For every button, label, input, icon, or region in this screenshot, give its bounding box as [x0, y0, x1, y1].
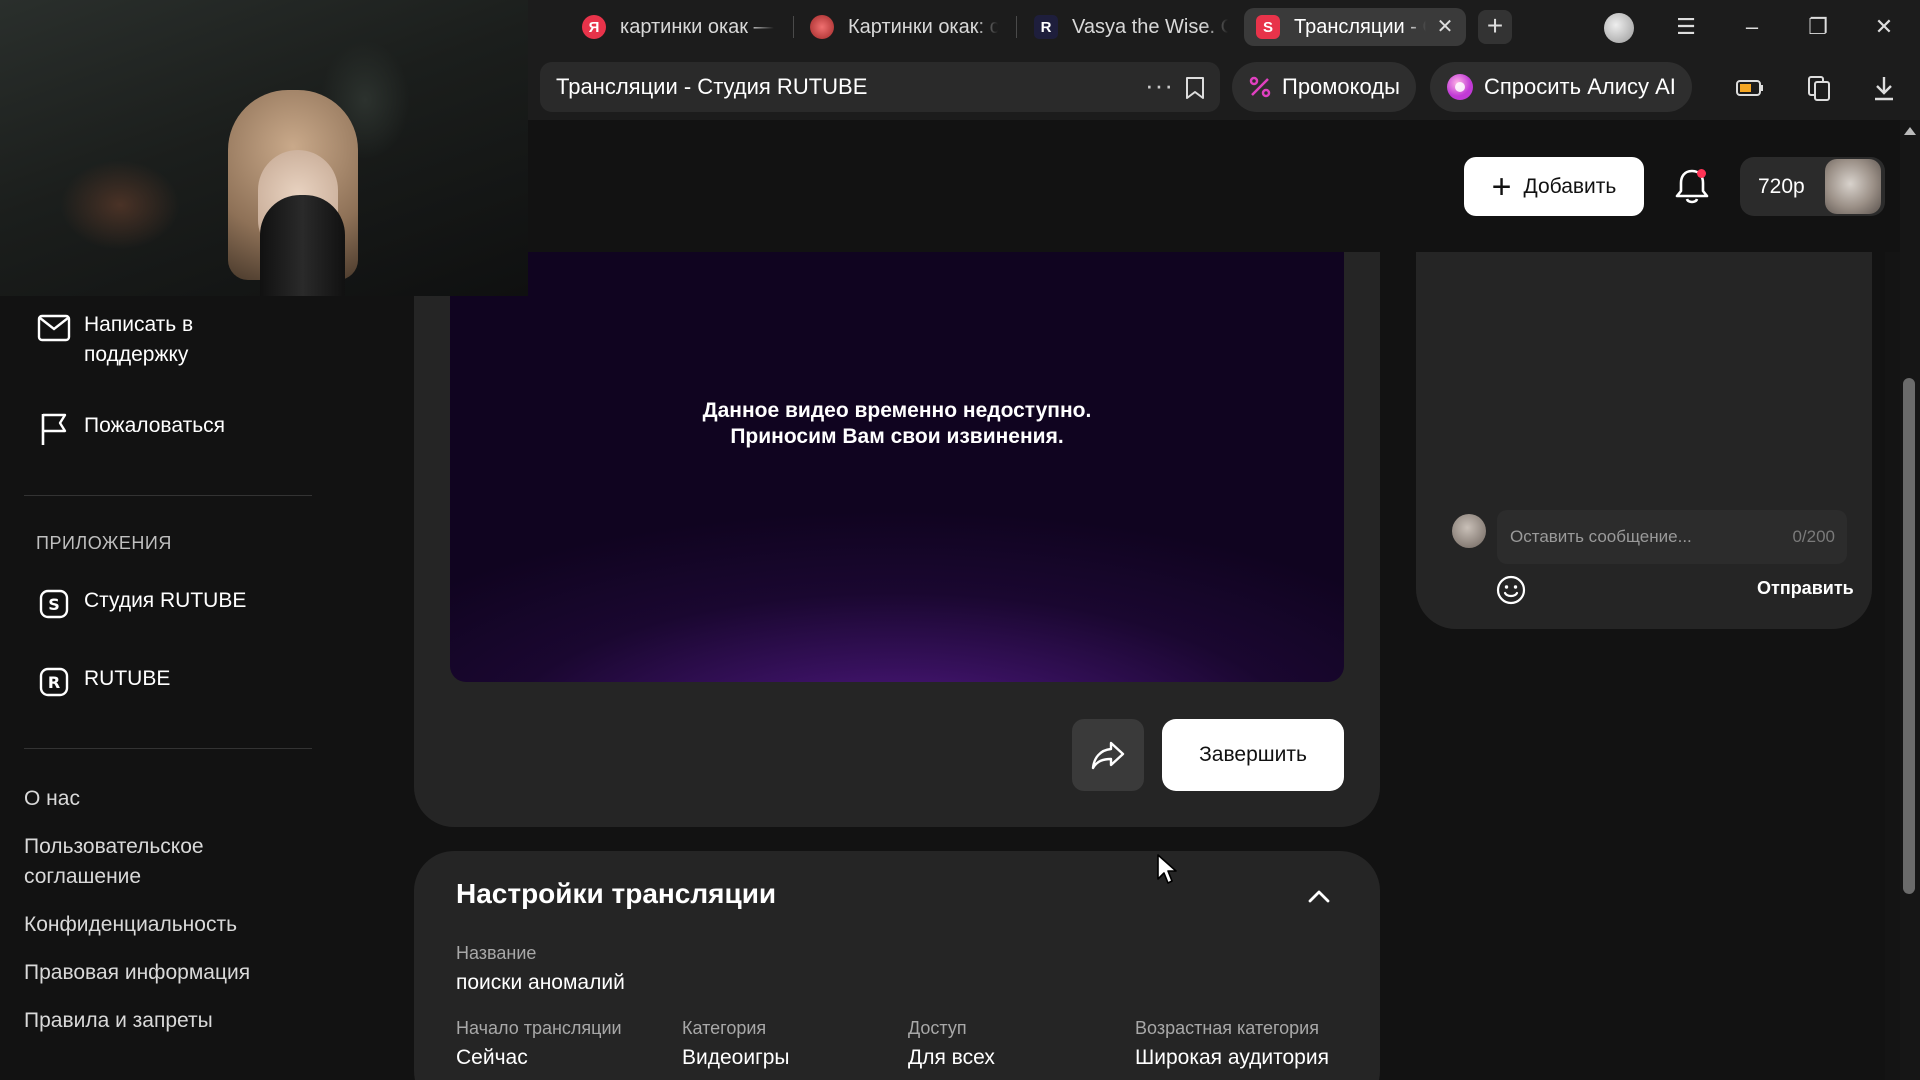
- footer-link-legal[interactable]: Правовая информация: [24, 958, 250, 988]
- rutube-studio-icon: S: [1256, 15, 1280, 39]
- access-label: Доступ: [908, 1018, 967, 1038]
- chat-panel: [1416, 252, 1872, 629]
- sidebar: Написать в поддержку Пожаловаться ПРИЛОЖЕ…: [0, 296, 340, 1080]
- chat-user-avatar: [1452, 514, 1486, 548]
- age-rating-value: Широкая аудитория: [1135, 1046, 1329, 1069]
- age-rating-label: Возрастная категория: [1135, 1018, 1319, 1038]
- tab-separator: [1016, 16, 1017, 38]
- name-label: Название: [456, 943, 537, 963]
- scrollbar-thumb[interactable]: [1903, 378, 1915, 894]
- microphone: [260, 195, 345, 296]
- more-options-icon[interactable]: ···: [1145, 62, 1174, 108]
- video-player[interactable]: Данное видео временно недоступно. Принос…: [450, 252, 1344, 682]
- footer-link-terms[interactable]: Пользовательское соглашение: [24, 832, 264, 892]
- minimize-icon[interactable]: –: [1732, 10, 1772, 44]
- send-button[interactable]: Отправить: [1757, 578, 1854, 599]
- image-site-icon: [810, 15, 834, 39]
- sidebar-item-label: RUTUBE: [84, 667, 171, 690]
- notification-badge: [1697, 169, 1706, 178]
- svg-text:R: R: [48, 673, 60, 692]
- user-avatar: [1825, 159, 1881, 214]
- sidebar-item-support[interactable]: Написать в поддержку: [36, 310, 193, 370]
- alice-icon: [1446, 73, 1474, 101]
- sidebar-item-rutube[interactable]: R RUTUBE: [36, 664, 170, 700]
- sidebar-item-label: Написать в поддержку: [84, 310, 193, 370]
- add-button[interactable]: + Добавить: [1464, 157, 1644, 216]
- browser-tab-1[interactable]: Я картинки окак —: [570, 8, 788, 46]
- support-line-1: Написать в: [84, 313, 194, 336]
- share-button[interactable]: [1072, 719, 1144, 791]
- download-icon[interactable]: [1870, 74, 1898, 102]
- sidebar-item-report[interactable]: Пожаловаться: [36, 411, 225, 447]
- webcam-overlay: [0, 0, 528, 296]
- browser-tab-4-active[interactable]: S Трансляции - С ✕: [1244, 8, 1466, 46]
- chat-message-input[interactable]: Оставить сообщение... 0/200: [1497, 510, 1847, 564]
- ask-alice-label: Спросить Алису AI: [1484, 74, 1676, 99]
- quality-label: 720p: [1758, 175, 1805, 198]
- share-arrow-icon: [1091, 741, 1125, 770]
- footer-link-privacy[interactable]: Конфиденциальность: [24, 910, 237, 940]
- mouse-cursor-icon: [1157, 854, 1177, 884]
- name-value: поиски аномалий: [456, 971, 625, 994]
- tab-title: Трансляции - С: [1294, 15, 1426, 38]
- divider: [24, 495, 312, 496]
- rutube-icon: R: [36, 664, 72, 700]
- scroll-up-arrow-icon[interactable]: [1903, 124, 1917, 138]
- svg-text:S: S: [48, 595, 60, 614]
- mail-icon: [36, 310, 72, 346]
- sidebar-item-label: Студия RUTUBE: [84, 589, 247, 612]
- tab-title: картинки окак —: [620, 15, 774, 38]
- chevron-up-icon[interactable]: [1305, 882, 1333, 910]
- sidebar-item-studio[interactable]: S Студия RUTUBE: [36, 586, 246, 622]
- support-line-2: поддержку: [84, 343, 189, 366]
- copyright: © 2026, RUTUBE: [24, 1070, 135, 1080]
- video-unavailable-message: Данное видео временно недоступно. Принос…: [450, 398, 1344, 450]
- start-value: Сейчас: [456, 1046, 528, 1069]
- end-stream-button[interactable]: Завершить: [1162, 719, 1344, 791]
- message-line-1: Данное видео временно недоступно.: [702, 399, 1092, 422]
- page-title: Трансляции - Студия RUTUBE: [556, 74, 868, 99]
- chat-placeholder: Оставить сообщение...: [1510, 527, 1692, 546]
- char-counter: 0/200: [1792, 527, 1835, 546]
- rutube-icon: R: [1034, 15, 1058, 39]
- menu-icon[interactable]: ☰: [1666, 10, 1706, 44]
- divider: [24, 748, 312, 749]
- start-label: Начало трансляции: [456, 1018, 622, 1038]
- emoji-icon[interactable]: [1495, 574, 1527, 606]
- browser-tab-2[interactable]: Картинки окак: с: [798, 8, 1010, 46]
- address-bar[interactable]: Трансляции - Студия RUTUBE ···: [540, 62, 1220, 112]
- settings-title: Настройки трансляции: [456, 878, 777, 909]
- plus-icon: +: [1491, 167, 1512, 206]
- footer-link-about[interactable]: О нас: [24, 784, 80, 814]
- apps-heading: ПРИЛОЖЕНИЯ: [36, 533, 172, 553]
- tab-title: Картинки окак: с: [848, 15, 998, 38]
- tab-separator: [793, 16, 794, 38]
- profile-avatar[interactable]: [1604, 13, 1634, 43]
- close-tab-icon[interactable]: ✕: [1434, 16, 1456, 38]
- footer-link-rules[interactable]: Правила и запреты: [24, 1006, 213, 1036]
- browser-tab-3[interactable]: R Vasya the Wise. C: [1022, 8, 1240, 46]
- rutube-studio-icon: S: [36, 586, 72, 622]
- collections-icon[interactable]: [1805, 74, 1833, 102]
- yandex-icon: Я: [582, 15, 606, 39]
- promocodes-label: Промокоды: [1282, 74, 1400, 99]
- webcam-background: [60, 160, 180, 250]
- quality-and-avatar-button[interactable]: 720p: [1740, 157, 1885, 216]
- sidebar-item-label: Пожаловаться: [84, 414, 226, 437]
- percent-icon: [1248, 75, 1272, 99]
- restore-icon[interactable]: ❐: [1798, 10, 1838, 44]
- close-window-icon[interactable]: ✕: [1864, 10, 1904, 44]
- category-label: Категория: [682, 1018, 767, 1038]
- battery-saver-icon[interactable]: [1736, 74, 1764, 102]
- access-value: Для всех: [908, 1046, 995, 1069]
- ask-alice-button[interactable]: Спросить Алису AI: [1430, 62, 1692, 112]
- message-line-2: Приносим Вам свои извинения.: [730, 425, 1064, 448]
- add-button-label: Добавить: [1523, 174, 1617, 198]
- tab-title: Vasya the Wise. C: [1072, 15, 1228, 38]
- new-tab-button[interactable]: +: [1478, 10, 1512, 44]
- promocodes-button[interactable]: Промокоды: [1232, 62, 1416, 112]
- bookmark-icon[interactable]: [1184, 76, 1206, 100]
- flag-icon: [36, 411, 72, 447]
- category-value: Видеоигры: [682, 1046, 790, 1069]
